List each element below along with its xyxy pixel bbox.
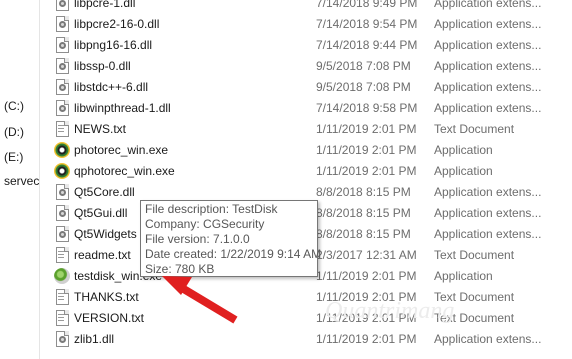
red-arrow-annotation bbox=[162, 276, 238, 324]
